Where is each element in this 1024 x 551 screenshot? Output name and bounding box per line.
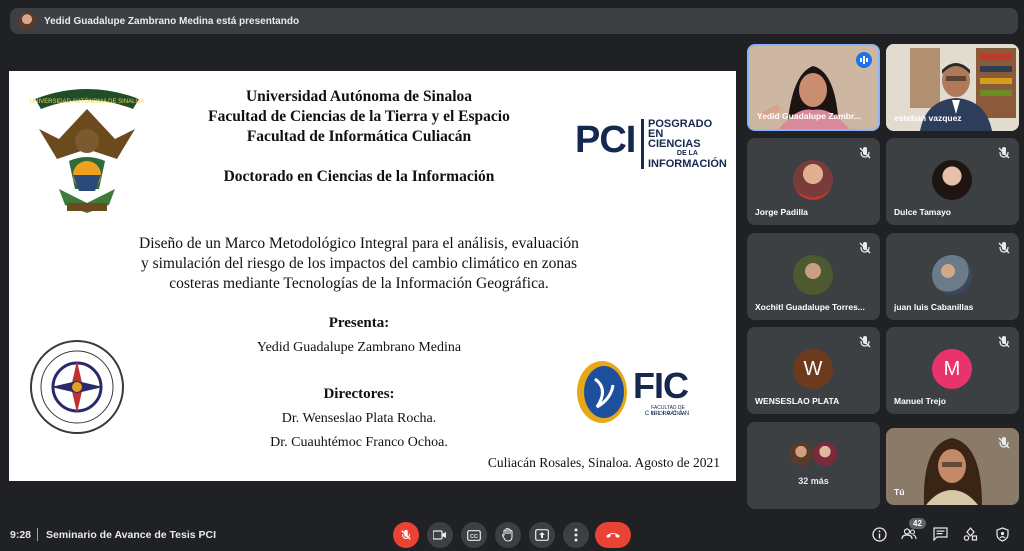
avatar bbox=[813, 442, 837, 466]
participant-tile[interactable]: esteban vazquez bbox=[886, 44, 1019, 131]
pci-logo: PCI POSGRADO EN CIENCIAS DE LA INFORMACI… bbox=[575, 119, 727, 170]
fic-logo-city: CULIACÁN bbox=[644, 411, 692, 417]
hand-icon bbox=[502, 528, 513, 542]
svg-text:CC: CC bbox=[470, 534, 478, 540]
mic-off-icon bbox=[859, 147, 871, 159]
mic-off-icon bbox=[401, 529, 411, 540]
present-icon bbox=[535, 529, 549, 541]
chat-icon bbox=[932, 527, 948, 541]
more-options-button[interactable] bbox=[563, 522, 589, 548]
thesis-line: Diseño de un Marco Metodológico Integral… bbox=[139, 235, 579, 252]
participant-name: esteban vazquez bbox=[894, 113, 962, 123]
presenta-label: Presenta: bbox=[328, 315, 390, 331]
mic-off-icon bbox=[998, 147, 1010, 159]
more-vert-icon bbox=[574, 528, 578, 542]
participant-tile[interactable]: M Manuel Trejo bbox=[886, 327, 1019, 414]
activities-button[interactable] bbox=[960, 524, 980, 544]
thesis-line: costeras mediante Tecnologías de la Info… bbox=[169, 275, 549, 292]
participant-count-badge: 42 bbox=[909, 518, 926, 529]
people-icon bbox=[901, 528, 917, 540]
raise-hand-button[interactable] bbox=[495, 522, 521, 548]
presenter-avatar bbox=[18, 12, 36, 30]
avatar: M bbox=[932, 349, 972, 389]
avatar bbox=[789, 442, 813, 466]
shield-icon bbox=[995, 526, 1009, 542]
university-name: Universidad Autónoma de Sinaloa bbox=[245, 88, 473, 105]
self-view-tile[interactable]: Tú bbox=[886, 428, 1019, 505]
captions-icon: CC bbox=[467, 529, 481, 541]
mic-off-icon bbox=[998, 336, 1010, 348]
fic-logo: FIC FACULTAD DE INFORMÁTICA CULIACÁN bbox=[575, 359, 705, 425]
more-participants-tile[interactable]: 32 más bbox=[747, 422, 880, 509]
presenting-banner: Yedid Guadalupe Zambrano Medina está pre… bbox=[10, 8, 1018, 34]
director-2: Dr. Cuauhtémoc Franco Ochoa. bbox=[270, 435, 448, 450]
speaking-indicator-icon bbox=[856, 52, 872, 68]
mic-off-icon bbox=[998, 437, 1010, 449]
activities-icon bbox=[963, 527, 977, 541]
participant-name: Xochitl Guadalupe Torres... bbox=[755, 302, 865, 312]
participant-name: Yedid Guadalupe Zambr... bbox=[757, 111, 861, 121]
present-screen-button[interactable] bbox=[529, 522, 555, 548]
more-participants-count: 32 más bbox=[798, 476, 829, 486]
fic-emblem-icon bbox=[577, 361, 627, 423]
program-title: Doctorado en Ciencias de la Información bbox=[223, 168, 495, 185]
thesis-line: y simulación del riesgo de los impactos … bbox=[140, 255, 578, 272]
captions-button[interactable]: CC bbox=[461, 522, 487, 548]
pci-line1: POSGRADO EN bbox=[648, 118, 713, 140]
participant-tile[interactable]: Dulce Tamayo bbox=[886, 138, 1019, 225]
host-controls-button[interactable] bbox=[992, 524, 1012, 544]
camera-icon bbox=[433, 530, 446, 540]
avatar bbox=[793, 255, 833, 295]
avatar bbox=[793, 160, 833, 200]
microphone-toggle-button[interactable] bbox=[393, 522, 419, 548]
shared-screen-slide: UNIVERSIDAD AUTÓNOMA DE SINALOA Universi… bbox=[9, 71, 736, 481]
avatar bbox=[932, 255, 972, 295]
participant-tile[interactable]: Xochitl Guadalupe Torres... bbox=[747, 233, 880, 320]
thesis-title: Diseño de un Marco Metodológico Integral… bbox=[69, 234, 649, 294]
meeting-details-button[interactable] bbox=[869, 524, 889, 544]
participant-name: WENSESLAO PLATA bbox=[755, 396, 840, 406]
participant-tile[interactable]: Jorge Padilla bbox=[747, 138, 880, 225]
participant-name: juan luis Cabanillas bbox=[894, 302, 974, 312]
pci-logo-subtitle: POSGRADO EN CIENCIAS DE LA INFORMACIÓN bbox=[641, 118, 727, 170]
participant-name: Manuel Trejo bbox=[894, 396, 946, 406]
place-date: Culiacán Rosales, Sinaloa. Agosto de 202… bbox=[487, 455, 720, 470]
participant-tile[interactable]: Yedid Guadalupe Zambr... bbox=[747, 44, 880, 131]
mic-off-icon bbox=[859, 336, 871, 348]
pci-logo-letters: PCI bbox=[575, 119, 636, 161]
avatar: W bbox=[793, 349, 833, 389]
participant-name: Tú bbox=[894, 487, 905, 497]
participant-tile[interactable]: juan luis Cabanillas bbox=[886, 233, 1019, 320]
fic-logo-letters: FIC bbox=[633, 365, 689, 406]
avatar bbox=[932, 160, 972, 200]
divider bbox=[37, 528, 38, 541]
leave-call-button[interactable] bbox=[595, 522, 631, 548]
participant-name: Dulce Tamayo bbox=[894, 207, 952, 217]
hang-up-icon bbox=[606, 533, 620, 538]
bottom-control-bar: 9:28 Seminario de Avance de Tesis PCI CC… bbox=[0, 518, 1024, 551]
participant-name: Jorge Padilla bbox=[755, 207, 808, 217]
mic-off-icon bbox=[998, 242, 1010, 254]
info-icon bbox=[871, 526, 887, 542]
participant-tile[interactable]: W WENSESLAO PLATA bbox=[747, 327, 880, 414]
clock: 9:28 bbox=[10, 529, 32, 541]
chat-button[interactable] bbox=[930, 524, 950, 544]
camera-toggle-button[interactable] bbox=[427, 522, 453, 548]
presenting-text: Yedid Guadalupe Zambrano Medina está pre… bbox=[44, 15, 300, 27]
meeting-title: Seminario de Avance de Tesis PCI bbox=[46, 529, 217, 541]
mic-off-icon bbox=[859, 242, 871, 254]
